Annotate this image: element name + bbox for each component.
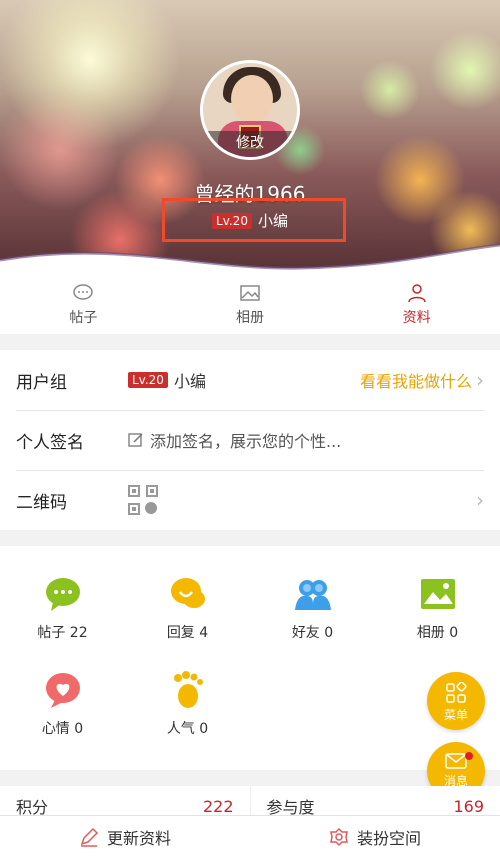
grid-replies-label: 回复 4 (166, 625, 209, 641)
avatar-face (231, 75, 273, 123)
tab-album-label: 相册 (236, 310, 264, 326)
avatar[interactable]: 修改 (200, 60, 300, 160)
tab-profile[interactable]: 资料 (333, 276, 500, 334)
menu-fab-label: 菜单 (443, 708, 468, 722)
signature-row[interactable]: 个人签名 添加签名，展示您的个性... (0, 410, 500, 470)
album-icon (420, 579, 455, 609)
edit-pencil-icon (128, 433, 143, 447)
flower-icon (330, 827, 348, 846)
qrcode-label: 二维码 (16, 492, 67, 513)
level-highlight-box (162, 198, 346, 242)
update-profile-label: 更新资料 (106, 828, 171, 848)
qrcode-row[interactable]: 二维码 › (0, 470, 500, 530)
menu-fab-button[interactable]: 菜单 (427, 672, 485, 730)
chevron-right-icon: › (476, 368, 484, 392)
tab-profile-label: 资料 (402, 310, 431, 326)
mood-heart-icon (45, 673, 80, 708)
update-profile-button[interactable]: 更新资料 (0, 816, 250, 857)
user-group-row[interactable]: 用户组 Lv.20 小编 看看我能做什么 › (0, 350, 500, 410)
decorate-space-label: 装扮空间 (356, 828, 421, 848)
grid-popularity[interactable]: 人气 0 (125, 670, 250, 738)
grid-mood[interactable]: 心情 0 (0, 670, 125, 738)
friends-icon (294, 580, 331, 610)
qrcode-chevron-icon: › (476, 488, 484, 512)
stat-participation-value: 169 (453, 796, 484, 816)
tab-posts-label: 帖子 (69, 310, 98, 326)
signature-value[interactable]: 添加签名，展示您的个性... (128, 428, 484, 452)
bottom-action-bar: 更新资料 装扮空间 (0, 815, 500, 857)
profile-header: 修改 曾经的1966 Lv.20 小编 (0, 0, 500, 290)
picture-icon (240, 285, 260, 301)
stat-points-value: 222 (202, 796, 234, 816)
avatar-edit-button[interactable]: 修改 (203, 131, 297, 157)
grid-friends-label: 好友 0 (291, 625, 334, 641)
decorate-space-button[interactable]: 装扮空间 (250, 816, 500, 857)
unread-dot (465, 752, 473, 760)
user-icon (407, 284, 426, 303)
grid-replies[interactable]: 回复 4 (125, 574, 250, 642)
user-group-value: Lv.20 小编 (128, 368, 360, 392)
qrcode-icon (128, 485, 158, 515)
grid-album-label: 相册 0 (416, 625, 459, 641)
grid-posts[interactable]: 帖子 22 (0, 574, 125, 642)
grid-posts-label: 帖子 22 (37, 625, 88, 641)
profile-info-list: 用户组 Lv.20 小编 看看我能做什么 › 个人签名 添加签名，展示您的个性.… (0, 350, 500, 530)
grid-album[interactable]: 相册 0 (375, 574, 500, 642)
signature-placeholder: 添加签名，展示您的个性... (150, 432, 342, 451)
chat-bubble-icon (73, 284, 94, 300)
pen-icon (80, 827, 99, 847)
grid-mood-label: 心情 0 (41, 721, 84, 737)
activity-grid: 帖子 22 回复 4 好友 0 相册 0 心情 0 人气 0 (0, 546, 500, 770)
reply-icon (170, 578, 205, 608)
grid-menu-icon (446, 682, 467, 703)
user-group-label: 用户组 (16, 372, 67, 393)
tab-posts[interactable]: 帖子 (0, 276, 167, 334)
user-group-badge: Lv.20 (128, 372, 168, 388)
envelope-icon (445, 753, 467, 769)
user-group-title: 小编 (173, 372, 206, 391)
permissions-link[interactable]: 看看我能做什么 › (360, 368, 484, 392)
tab-album[interactable]: 相册 (167, 276, 334, 334)
signature-label: 个人签名 (16, 432, 84, 453)
profile-tabs: 帖子 相册 资料 (0, 276, 500, 334)
footprint-icon (173, 671, 203, 708)
message-icon (45, 578, 80, 611)
grid-popularity-label: 人气 0 (166, 721, 209, 737)
qrcode-value (128, 485, 472, 515)
permissions-link-label: 看看我能做什么 (359, 372, 472, 391)
grid-friends[interactable]: 好友 0 (250, 574, 375, 642)
